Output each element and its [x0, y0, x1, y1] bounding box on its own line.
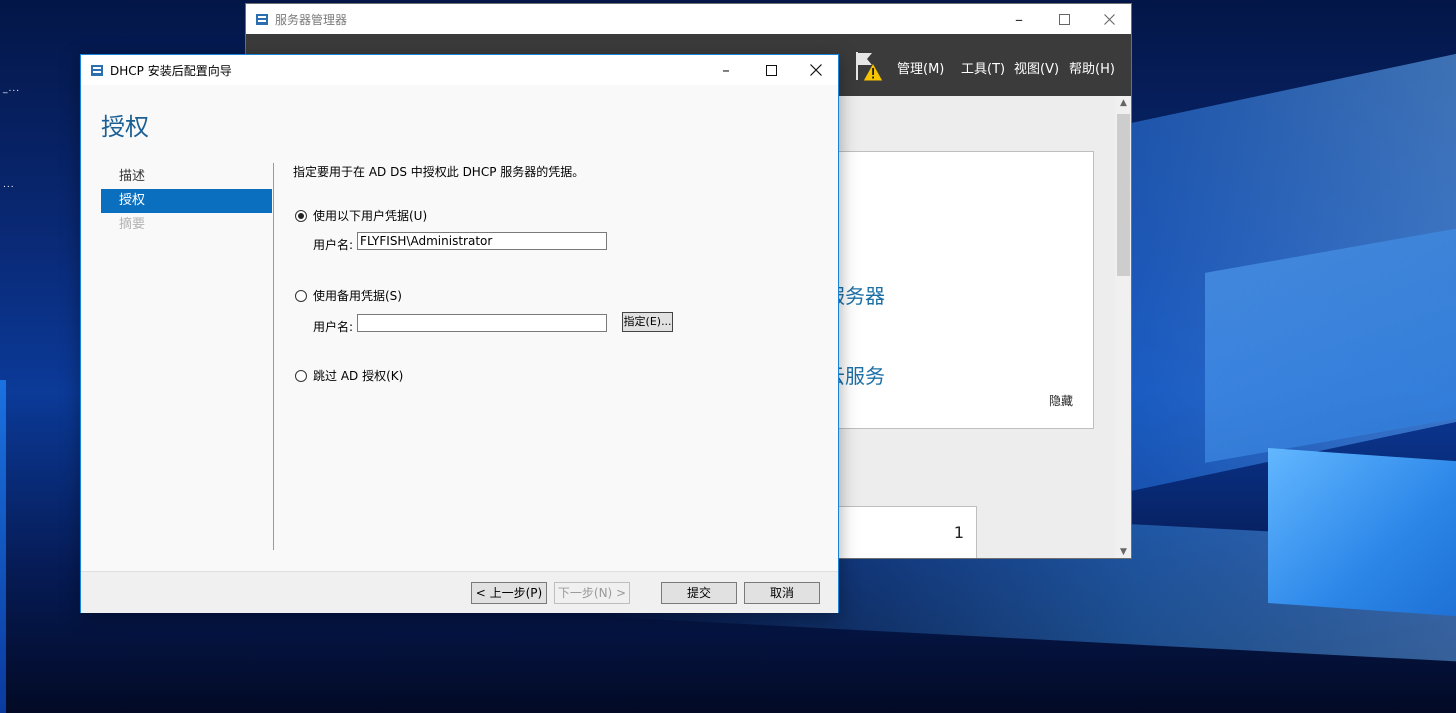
alt-username-row: 用户名: 指定(E)...: [313, 312, 674, 334]
radio-label: 使用以下用户凭据(U): [313, 209, 428, 223]
server-manager-icon: [90, 63, 104, 77]
hide-link[interactable]: 隐藏: [1049, 392, 1073, 409]
radio-unchecked-icon[interactable]: [295, 289, 307, 302]
menu-help[interactable]: 帮助(H): [1069, 58, 1115, 77]
username-label: 用户名:: [313, 238, 354, 252]
wizard-footer: < 上一步(P) 下一步(N) > 提交 取消: [81, 571, 838, 613]
menu-tools[interactable]: 工具(T): [961, 58, 1005, 77]
wallpaper-window-pane-lower: [1268, 448, 1456, 617]
maximize-icon[interactable]: [748, 55, 794, 85]
radio-alternate-credentials[interactable]: 使用备用凭据(S): [295, 287, 402, 304]
nav-item-summary: 摘要: [119, 217, 146, 232]
radio-unchecked-icon[interactable]: [295, 369, 307, 382]
wizard-nav: 描述 授权 摘要: [101, 165, 272, 237]
vertical-scrollbar[interactable]: ▲ ▼: [1115, 96, 1131, 558]
dhcp-wizard-dialog[interactable]: DHCP 安装后配置向导 – 授权 描述 授权 摘要 指定要用于在 AD DS …: [80, 54, 839, 613]
scroll-up-icon[interactable]: ▲: [1115, 98, 1131, 108]
radio-user-credentials[interactable]: 使用以下用户凭据(U): [295, 207, 427, 224]
tile-count: 1: [953, 523, 964, 542]
username-row: 用户名: FLYFISH\Administrator: [313, 232, 608, 252]
back-button[interactable]: < 上一步(P): [471, 582, 547, 604]
alt-username-field[interactable]: [357, 314, 608, 332]
menu-view[interactable]: 视图(V): [1014, 58, 1059, 77]
menu-manage[interactable]: 管理(M): [897, 58, 944, 77]
cancel-button[interactable]: 取消: [744, 582, 820, 604]
page-title: 授权: [101, 113, 149, 141]
nav-item-description[interactable]: 描述: [101, 165, 272, 189]
radio-label: 跳过 AD 授权(K): [313, 369, 404, 383]
minimize-icon[interactable]: –: [703, 55, 749, 85]
notification-flag-icon[interactable]: [854, 50, 884, 84]
welcome-card: 器 他服务器 刂云服务 隐藏: [805, 151, 1094, 429]
server-manager-title: 服务器管理器: [275, 12, 348, 27]
wallpaper-edge-strip: [0, 380, 6, 713]
close-icon[interactable]: [793, 55, 839, 85]
desktop-icon-label[interactable]: ...: [3, 180, 15, 190]
server-manager-icon: [255, 12, 269, 26]
alt-username-label: 用户名:: [313, 320, 354, 334]
specify-button[interactable]: 指定(E)...: [622, 312, 674, 332]
username-field[interactable]: FLYFISH\Administrator: [357, 232, 608, 250]
nav-item-authorization[interactable]: 授权: [101, 189, 272, 213]
radio-skip-authorization[interactable]: 跳过 AD 授权(K): [295, 367, 403, 384]
radio-label: 使用备用凭据(S): [313, 289, 402, 303]
minimize-icon[interactable]: –: [996, 4, 1042, 34]
scrollbar-thumb[interactable]: [1117, 114, 1130, 276]
server-manager-titlebar[interactable]: 服务器管理器 –: [246, 4, 1131, 34]
wizard-title: DHCP 安装后配置向导: [110, 63, 232, 78]
wizard-titlebar[interactable]: DHCP 安装后配置向导 –: [81, 55, 838, 85]
scroll-down-icon[interactable]: ▼: [1115, 547, 1131, 557]
close-icon[interactable]: [1086, 4, 1131, 34]
radio-checked-icon[interactable]: [295, 209, 307, 222]
next-button: 下一步(N) >: [554, 582, 630, 604]
desktop-icon-label[interactable]: _...: [3, 84, 20, 94]
commit-button[interactable]: 提交: [661, 582, 737, 604]
maximize-icon[interactable]: [1041, 4, 1087, 34]
intro-text: 指定要用于在 AD DS 中授权此 DHCP 服务器的凭据。: [293, 165, 585, 179]
nav-divider: [273, 163, 274, 550]
